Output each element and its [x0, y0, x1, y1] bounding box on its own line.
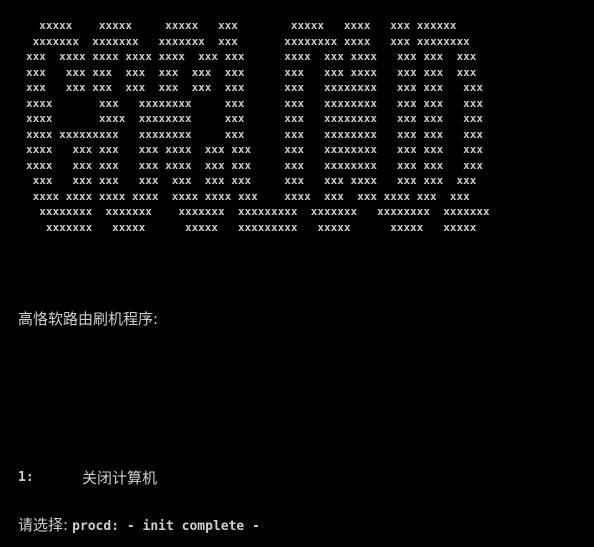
- console-window: xxxxx xxxxx xxxxx xxx xxxxx xxxx xxx xxx…: [0, 0, 594, 547]
- selection-prompt: 请选择:: [18, 516, 69, 534]
- ascii-logo-line: xxx xxx xxx xxx xxx xxx xxx xxx xxxxxxxx…: [26, 81, 483, 94]
- ascii-logo-line: xxxxxxxx xxxxxxx xxxxxxx xxxxxxxxx xxxxx…: [26, 205, 490, 218]
- ascii-logo-line: xxxx xxx xxxxxxxx xxx xxx xxxxxxxx xxx x…: [26, 96, 483, 110]
- program-title: 高恪软路由刷机程序:: [18, 310, 159, 328]
- input-prompt-line[interactable]: 请选择: procd: - init complete -: [18, 514, 260, 535]
- ascii-logo-line: xxx xxx xxx xxx xxx xxx xxx xxx xxx xxxx…: [26, 174, 477, 187]
- ascii-logo-line: xxx xxxx xxxx xxxx xxxx xxx xxx xxxx xxx…: [26, 50, 477, 63]
- menu-item-shutdown[interactable]: 1: 关闭计算机: [18, 467, 157, 488]
- ascii-logo-line: xxxxx xxxxx xxxxx xxx xxxxx xxxx xxx xxx…: [26, 19, 457, 32]
- ascii-logo-line: xxxx xxx xxx xxx xxxx xxx xxx xxx xxxxxx…: [26, 158, 483, 172]
- ascii-logo-banner: xxxxx xxxxx xxxxx xxx xxxxx xxxx xxx xxx…: [0, 18, 490, 235]
- ascii-logo-line: xxxx xxx xxx xxx xxxx xxx xxx xxx xxxxxx…: [26, 143, 483, 156]
- init-status-message: procd: - init complete -: [72, 519, 260, 534]
- menu-item-label: 关闭计算机: [82, 469, 158, 487]
- menu-item-number: 1:: [18, 470, 34, 485]
- ascii-logo-line: xxxx xxxx xxxxxxxx xxx xxx xxxxxxxx xxx …: [26, 112, 483, 125]
- ascii-logo-line: xxxx xxxxxxxxx xxxxxxxx xxx xxx xxxxxxxx…: [26, 127, 483, 141]
- ascii-logo-line: xxxx xxxx xxxx xxxx xxxx xxxx xxx xxxx x…: [26, 189, 470, 203]
- ascii-logo-line: xxx xxx xxx xxx xxx xxx xxx xxx xxx xxxx…: [26, 65, 477, 79]
- ascii-logo-line: xxxxxxx xxxxxxx xxxxxxx xxx xxxxxxxx xxx…: [26, 34, 470, 48]
- ascii-logo-line: xxxxxxx xxxxx xxxxx xxxxxxxxx xxxxx xxxx…: [26, 220, 477, 234]
